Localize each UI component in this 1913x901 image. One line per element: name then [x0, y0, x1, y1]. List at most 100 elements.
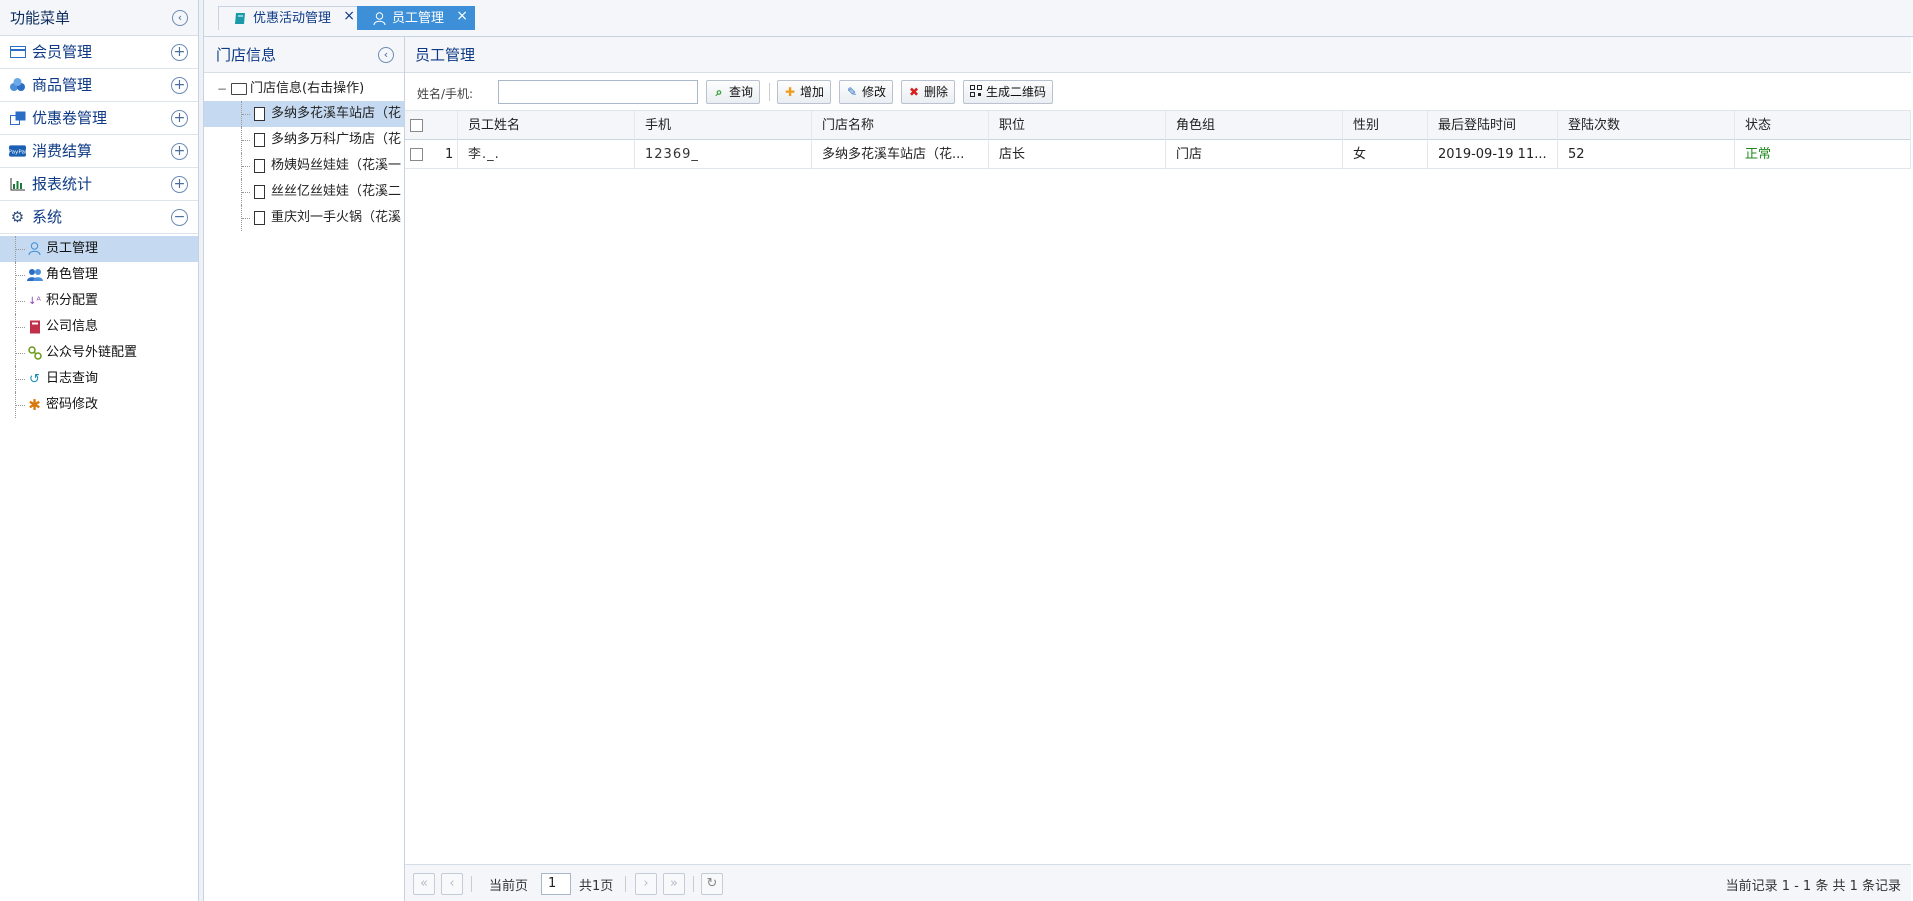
staff-main-panel: 员工管理 姓名/手机: ⌕ 查询 ✚ 增加 ✎ 修改 ✖ 删除 生成二维码 员工… [405, 37, 1911, 901]
query-button[interactable]: ⌕ 查询 [706, 80, 761, 104]
table-row[interactable]: 1 李._. 12369_ 多纳多花溪车站店（花... 店长 门店 女 2019… [405, 140, 1911, 169]
status-badge: 正常 [1735, 140, 1911, 169]
card-icon [9, 45, 26, 59]
file-icon [254, 159, 265, 173]
tree-store-item[interactable]: 多纳多花溪车站店（花 [204, 101, 404, 127]
menu-group-coupon[interactable]: 优惠卷管理 + [0, 102, 198, 135]
menu-group-reports[interactable]: 报表统计 + [0, 168, 198, 201]
tab-bar: 优惠活动管理 × 员工管理 × [204, 0, 1913, 37]
menu-group-member[interactable]: 会员管理 + [0, 36, 198, 69]
users-icon [27, 268, 43, 283]
folder-icon [231, 83, 247, 95]
menu-group-settlement[interactable]: PayPal 消费结算 + [0, 135, 198, 168]
menu-item-role[interactable]: 角色管理 [0, 262, 198, 288]
row-checkbox[interactable] [410, 148, 423, 161]
asterisk-icon: ✱ [28, 396, 41, 414]
collapse-menu-button[interactable]: ‹ [172, 10, 188, 26]
cell-position: 店长 [989, 140, 1166, 169]
plus-icon: ✚ [784, 85, 796, 99]
add-button[interactable]: ✚ 增加 [777, 80, 832, 104]
menu-item-link-config[interactable]: 公众号外链配置 [0, 340, 198, 366]
cell-last-login: 2019-09-19 11... [1428, 140, 1558, 169]
expand-icon[interactable]: + [171, 110, 188, 127]
cell-gender: 女 [1343, 140, 1428, 169]
row-number: 1 [445, 147, 454, 162]
expand-icon[interactable]: + [171, 176, 188, 193]
tree-store-item[interactable]: 重庆刘一手火锅（花溪 [204, 205, 404, 231]
delete-button[interactable]: ✖ 删除 [901, 80, 956, 104]
record-summary: 当前记录 1 - 1 条 共 1 条记录 [1725, 879, 1901, 894]
menu-item-staff[interactable]: 员工管理 [0, 236, 198, 262]
column-header[interactable]: 角色组 [1166, 111, 1343, 140]
delete-icon: ✖ [908, 85, 920, 99]
first-page-button[interactable]: « [413, 873, 435, 895]
pagination: « ‹ 当前页 1 共1页 › » ↻ 当前记录 1 - 1 条 共 1 条记录 [405, 864, 1911, 901]
expand-icon[interactable]: + [171, 77, 188, 94]
prev-page-button[interactable]: ‹ [441, 873, 463, 895]
store-panel: 门店信息 ‹ − 门店信息(右击操作) 多纳多花溪车站店（花 多纳多万科广场店（… [204, 37, 405, 901]
search-input[interactable] [498, 80, 698, 104]
expand-icon[interactable]: + [171, 44, 188, 61]
tree-store-item[interactable]: 多纳多万科广场店（花 [204, 127, 404, 153]
link-icon [27, 346, 42, 361]
file-icon [254, 211, 265, 225]
cell-phone: 12369_ [635, 140, 812, 169]
current-page-label: 当前页 [489, 879, 529, 894]
tree-store-item[interactable]: 丝丝亿丝娃娃（花溪二 [204, 179, 404, 205]
tree-expander-icon[interactable]: − [217, 77, 227, 101]
file-icon [254, 133, 265, 147]
toolbar: 姓名/手机: ⌕ 查询 ✚ 增加 ✎ 修改 ✖ 删除 生成二维码 [405, 73, 1911, 111]
column-header[interactable]: 性别 [1343, 111, 1428, 140]
book-icon [233, 12, 247, 26]
menu-group-goods[interactable]: 商品管理 + [0, 69, 198, 102]
total-pages-label: 共1页 [579, 879, 614, 894]
select-all-checkbox[interactable] [410, 119, 423, 132]
tree-root[interactable]: − 门店信息(右击操作) [204, 77, 404, 101]
paypal-icon: PayPal [9, 144, 26, 158]
function-menu: 功能菜单 ‹ 会员管理 + 商品管理 + 优惠卷管理 + PayPal 消费结算… [0, 0, 199, 901]
person-icon [27, 242, 42, 257]
column-header[interactable]: 登陆次数 [1558, 111, 1735, 140]
column-header[interactable]: 最后登陆时间 [1428, 111, 1558, 140]
menu-item-password[interactable]: ✱ 密码修改 [0, 392, 198, 418]
menu-item-points[interactable]: ↓ᴬ 积分配置 [0, 288, 198, 314]
column-header[interactable]: 职位 [989, 111, 1166, 140]
column-header[interactable]: 状态 [1735, 111, 1911, 140]
menu-item-log[interactable]: ↺ 日志查询 [0, 366, 198, 392]
bar-chart-icon [9, 177, 26, 191]
main-header: 员工管理 [405, 37, 1911, 73]
cell-store: 多纳多花溪车站店（花... [812, 140, 989, 169]
tab-staff[interactable]: 员工管理 × [357, 4, 476, 30]
file-icon [254, 107, 265, 121]
menu-group-system[interactable]: ⚙ 系统 − [0, 201, 198, 234]
svg-text:PayPal: PayPal [9, 149, 26, 155]
boxes-icon [9, 78, 26, 92]
tree-store-item[interactable]: 杨姨妈丝娃娃（花溪一 [204, 153, 404, 179]
menu-item-company[interactable]: 公司信息 [0, 314, 198, 340]
sort-az-icon: ↓ᴬ [28, 296, 41, 307]
menu-group-label: 报表统计 [32, 175, 93, 193]
tab-promotion[interactable]: 优惠活动管理 × [218, 4, 363, 30]
cell-name: 李._. [458, 140, 635, 169]
system-submenu: 员工管理 角色管理 ↓ᴬ 积分配置 公司信息 公众号外链配置 ↺ 日志查询 ✱ … [0, 234, 198, 418]
select-all-cell [405, 111, 458, 140]
next-page-button[interactable]: › [635, 873, 657, 895]
column-header[interactable]: 员工姓名 [458, 111, 635, 140]
collapse-store-panel-button[interactable]: ‹ [378, 47, 394, 63]
page-number-input[interactable]: 1 [541, 873, 571, 895]
file-icon [254, 185, 265, 199]
person-icon [372, 12, 386, 26]
column-header[interactable]: 门店名称 [812, 111, 989, 140]
edit-button[interactable]: ✎ 修改 [839, 80, 894, 104]
qrcode-button[interactable]: 生成二维码 [963, 80, 1054, 104]
close-icon[interactable]: × [343, 4, 355, 28]
book-icon [27, 320, 42, 335]
last-page-button[interactable]: » [663, 873, 685, 895]
collapse-icon[interactable]: − [171, 209, 188, 226]
search-icon: ⌕ [715, 85, 723, 99]
expand-icon[interactable]: + [171, 143, 188, 160]
column-header[interactable]: 手机 [635, 111, 812, 140]
staff-table: 员工姓名 手机 门店名称 职位 角色组 性别 最后登陆时间 登陆次数 状态 1 … [405, 111, 1911, 169]
close-icon[interactable]: × [456, 4, 468, 28]
refresh-icon[interactable]: ↻ [701, 873, 723, 895]
